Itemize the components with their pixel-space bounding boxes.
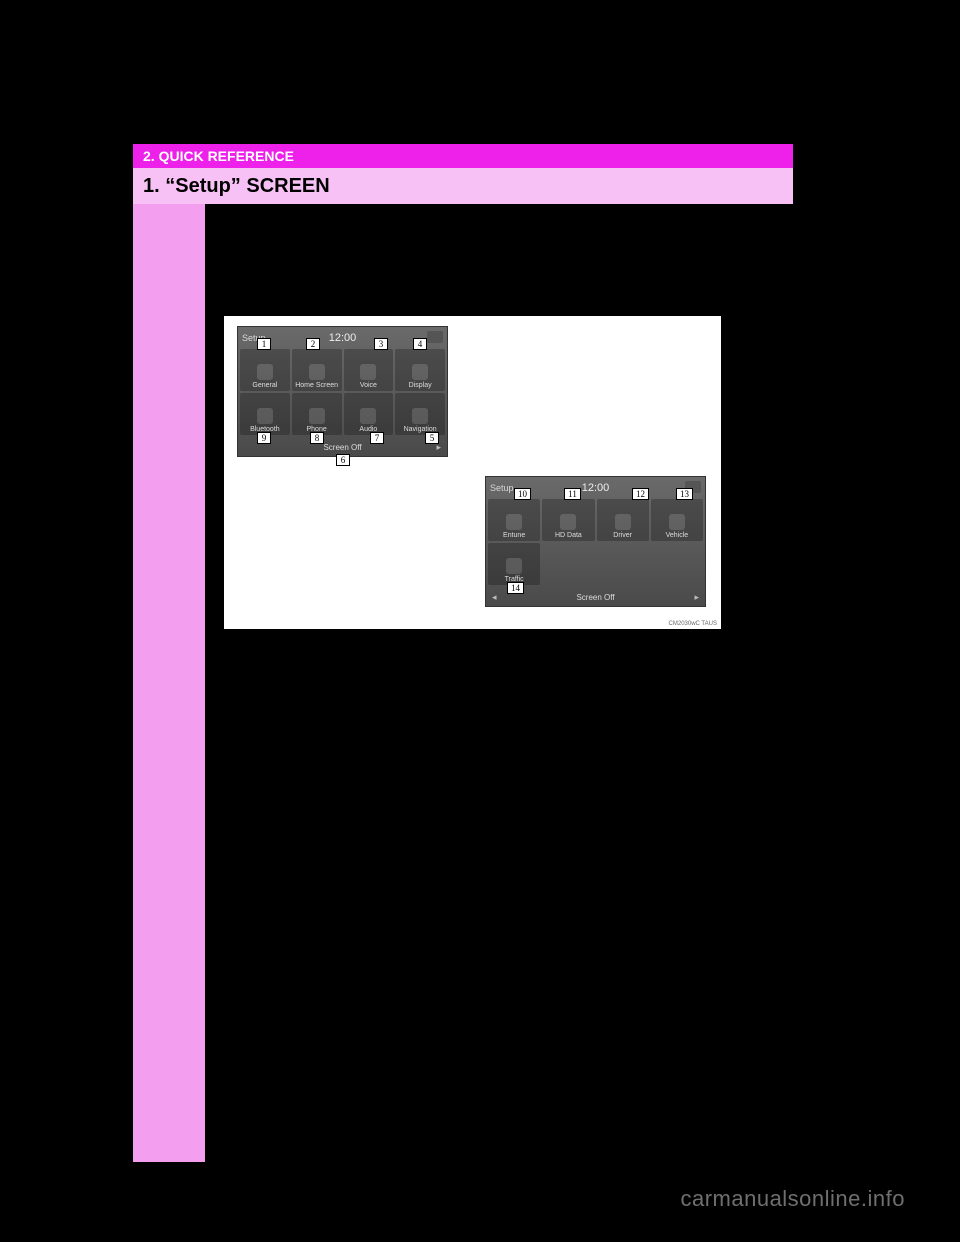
tile-traffic[interactable]: Traffic — [488, 543, 540, 585]
display-icon — [412, 364, 428, 380]
callout-7: 7 — [370, 432, 384, 444]
phone-icon — [309, 408, 325, 424]
callout-12: 12 — [632, 488, 649, 500]
callout-11: 11 — [564, 488, 581, 500]
driver-icon — [615, 514, 631, 530]
tile-navigation[interactable]: Navigation — [395, 393, 445, 435]
tile-empty — [651, 543, 703, 585]
tile-vehicle[interactable]: Vehicle — [651, 499, 703, 541]
callout-14: 14 — [507, 582, 524, 594]
screen2-grid: Entune HD Data Driver Vehicle Traffic — [486, 499, 705, 585]
tile-label: General — [252, 382, 277, 389]
entune-icon — [506, 514, 522, 530]
bluetooth-icon — [257, 408, 273, 424]
tile-voice[interactable]: Voice — [344, 349, 394, 391]
general-icon — [257, 364, 273, 380]
tile-label: Entune — [503, 532, 525, 539]
callout-9: 9 — [257, 432, 271, 444]
tile-audio[interactable]: Audio — [344, 393, 394, 435]
figure-panel: Setup 12:00 General Home Screen Voice Di… — [224, 316, 721, 629]
left-margin-stripe — [133, 144, 205, 1162]
tile-label: Voice — [360, 382, 377, 389]
home-screen-icon — [309, 364, 325, 380]
tile-empty — [597, 543, 649, 585]
callout-13: 13 — [676, 488, 693, 500]
callout-8: 8 — [310, 432, 324, 444]
audio-icon — [360, 408, 376, 424]
page-title: 1. “Setup” SCREEN — [143, 175, 330, 198]
page-title-bar: 1. “Setup” SCREEN — [133, 168, 793, 204]
callout-10: 10 — [514, 488, 531, 500]
screen1-grid: General Home Screen Voice Display Blueto… — [238, 349, 447, 435]
figure-code: CM2030wC TAUS — [669, 621, 717, 627]
screen-off-label: Screen Off — [323, 443, 361, 452]
voice-icon — [360, 364, 376, 380]
screen2-label: Setup — [490, 483, 514, 493]
tile-label: Home Screen — [295, 382, 338, 389]
traffic-icon — [506, 558, 522, 574]
tile-driver[interactable]: Driver — [597, 499, 649, 541]
tile-label: Vehicle — [666, 532, 689, 539]
callout-5: 5 — [425, 432, 439, 444]
tile-phone[interactable]: Phone — [292, 393, 342, 435]
tile-bluetooth[interactable]: Bluetooth — [240, 393, 290, 435]
screen-off-label: Screen Off — [576, 593, 614, 602]
tile-label: Driver — [613, 532, 632, 539]
section-header: 2. QUICK REFERENCE — [133, 144, 793, 168]
callout-2: 2 — [306, 338, 320, 350]
hd-data-icon — [560, 514, 576, 530]
back-icon[interactable] — [427, 331, 443, 343]
vehicle-icon — [669, 514, 685, 530]
page-left-icon[interactable]: ◂ — [492, 592, 497, 603]
tile-label: Display — [409, 382, 432, 389]
callout-1: 1 — [257, 338, 271, 350]
tile-label: HD Data — [555, 532, 582, 539]
watermark: carmanualsonline.info — [680, 1186, 905, 1212]
tile-home-screen[interactable]: Home Screen — [292, 349, 342, 391]
tile-entune[interactable]: Entune — [488, 499, 540, 541]
tile-general[interactable]: General — [240, 349, 290, 391]
callout-4: 4 — [413, 338, 427, 350]
tile-hd-data[interactable]: HD Data — [542, 499, 594, 541]
section-header-text: 2. QUICK REFERENCE — [143, 148, 294, 164]
page-right-icon[interactable]: ▸ — [694, 592, 699, 603]
callout-6: 6 — [336, 454, 350, 466]
callout-3: 3 — [374, 338, 388, 350]
navigation-icon — [412, 408, 428, 424]
tile-empty — [542, 543, 594, 585]
tile-display[interactable]: Display — [395, 349, 445, 391]
